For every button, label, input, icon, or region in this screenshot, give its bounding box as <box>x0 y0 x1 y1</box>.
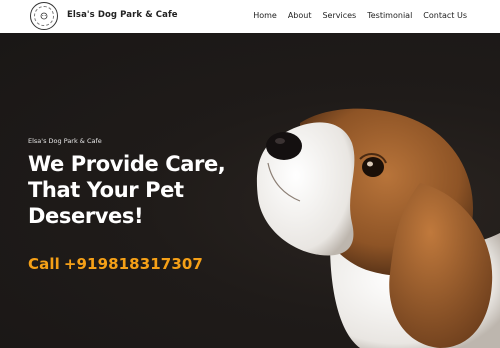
site-header: Elsa's Dog Park & Cafe Home About Servic… <box>0 0 500 33</box>
headline-line-3: Deserves! <box>28 204 144 228</box>
nav-contact[interactable]: Contact Us <box>423 11 467 20</box>
call-link[interactable]: Call +919818317307 <box>28 255 207 273</box>
headline-line-1: We Provide Care, <box>28 152 226 176</box>
nav-services[interactable]: Services <box>322 11 356 20</box>
hero-section: Elsa's Dog Park & Cafe We Provide Care, … <box>0 33 500 348</box>
brand-logo[interactable] <box>30 2 58 30</box>
call-label: Call <box>28 255 60 273</box>
main-nav: Home About Services Testimonial Contact … <box>253 11 467 20</box>
nav-about[interactable]: About <box>288 11 312 20</box>
brand-name[interactable]: Elsa's Dog Park & Cafe <box>67 10 178 20</box>
hero-headline: We Provide Care, That Your Pet Deserves! <box>28 151 226 229</box>
nav-home[interactable]: Home <box>253 11 277 20</box>
hero-eyebrow: Elsa's Dog Park & Cafe <box>28 137 102 145</box>
nav-testimonial[interactable]: Testimonial <box>367 11 412 20</box>
dog-logo-icon <box>40 12 48 20</box>
headline-line-2: That Your Pet <box>28 178 184 202</box>
phone-number: +919818317307 <box>63 255 203 273</box>
